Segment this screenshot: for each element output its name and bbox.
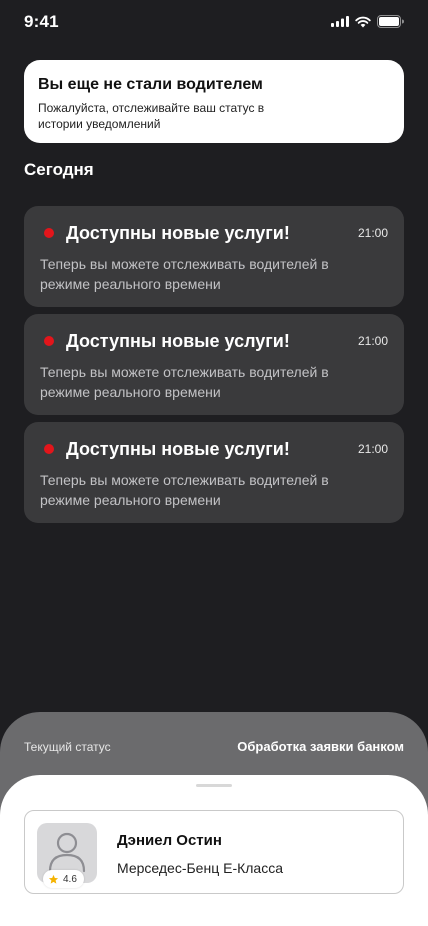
unread-dot-icon <box>44 336 54 346</box>
unread-dot-icon <box>44 444 54 454</box>
rating-value: 4.6 <box>63 873 77 885</box>
notification-title: Доступны новые услуги! <box>66 438 290 459</box>
notification-time: 21:00 <box>357 442 388 456</box>
banner-title: Вы еще не стали водителем <box>38 76 263 93</box>
notification-time: 21:00 <box>357 334 388 348</box>
notification-title: Доступны новые услуги! <box>66 330 290 351</box>
banner-text: Пожалуйста, отслеживайте ваш статус в ис… <box>38 101 265 131</box>
status-label: Текущий статус <box>24 740 111 754</box>
notification-title: Доступны новые услуги! <box>66 222 290 243</box>
notification-body: Теперь вы можете отслеживать водителей в… <box>40 364 329 400</box>
avatar: 4.6 <box>37 823 97 888</box>
sheet-handle[interactable] <box>196 784 232 787</box>
driver-card[interactable]: 4.6 Дэниел Остин Мерседес-Бенц E-Класса <box>24 810 404 894</box>
notification-body: Теперь вы можете отслеживать водителей в… <box>40 256 329 292</box>
signal-icon <box>331 16 349 27</box>
notification-card[interactable]: Доступны новые услуги! 21:00 Теперь вы м… <box>24 206 404 307</box>
notification-body: Теперь вы можете отслеживать водителей в… <box>40 472 329 508</box>
status-bar: 9:41 <box>0 0 428 44</box>
rating-badge: 4.6 <box>43 870 84 888</box>
driver-status-banner: Вы еще не стали водителем Пожалуйста, от… <box>24 60 404 143</box>
notification-card[interactable]: Доступны новые услуги! 21:00 Теперь вы м… <box>24 314 404 415</box>
unread-dot-icon <box>44 228 54 238</box>
status-value: Обработка заявки банком <box>237 739 404 754</box>
status-icons <box>331 15 404 28</box>
driver-name: Дэниел Остин <box>117 832 222 849</box>
driver-car: Мерседес-Бенц E-Класса <box>117 860 283 876</box>
status-time: 9:41 <box>24 12 59 31</box>
bottom-sheet: 4.6 Дэниел Остин Мерседес-Бенц E-Класса <box>0 775 428 926</box>
battery-icon <box>377 15 404 28</box>
wifi-icon <box>355 16 371 27</box>
notification-card[interactable]: Доступны новые услуги! 21:00 Теперь вы м… <box>24 422 404 523</box>
section-title-today: Сегодня <box>24 160 94 179</box>
notification-time: 21:00 <box>357 226 388 240</box>
star-icon <box>48 874 59 884</box>
